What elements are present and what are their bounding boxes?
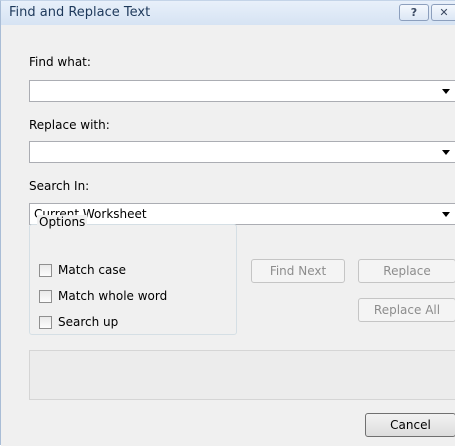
find-next-button[interactable]: Find Next bbox=[251, 259, 345, 283]
find-what-combo[interactable] bbox=[29, 80, 455, 102]
cancel-button[interactable]: Cancel bbox=[365, 413, 455, 437]
title-bar[interactable]: Find and Replace Text ? ✕ bbox=[1, 1, 455, 25]
search-up-option[interactable]: Search up bbox=[39, 314, 118, 330]
find-replace-dialog: Find and Replace Text ? ✕ Find what: Rep… bbox=[0, 0, 455, 446]
replace-all-label: Replace All bbox=[373, 303, 441, 317]
help-button[interactable]: ? bbox=[399, 4, 429, 21]
chevron-down-icon[interactable] bbox=[442, 212, 450, 217]
replace-label: Replace bbox=[383, 264, 431, 278]
match-whole-word-label[interactable]: Match whole word bbox=[58, 289, 167, 303]
replace-with-combo[interactable] bbox=[29, 141, 455, 163]
search-in-select[interactable]: Current Worksheet bbox=[29, 203, 455, 225]
replace-with-label: Replace with: bbox=[29, 118, 110, 132]
close-button[interactable]: ✕ bbox=[431, 4, 455, 21]
find-what-label: Find what: bbox=[29, 55, 91, 69]
search-in-label: Search In: bbox=[29, 179, 90, 193]
search-up-checkbox[interactable] bbox=[39, 315, 52, 329]
match-case-option[interactable]: Match case bbox=[39, 262, 126, 278]
match-case-label[interactable]: Match case bbox=[58, 263, 126, 277]
close-icon: ✕ bbox=[439, 6, 449, 19]
cancel-label: Cancel bbox=[390, 418, 431, 432]
status-panel bbox=[29, 350, 455, 400]
match-case-checkbox[interactable] bbox=[39, 263, 52, 277]
chevron-down-icon[interactable] bbox=[442, 89, 450, 94]
replace-button[interactable]: Replace bbox=[358, 259, 455, 283]
replace-all-button[interactable]: Replace All bbox=[358, 298, 455, 322]
help-icon: ? bbox=[410, 6, 418, 19]
search-up-label[interactable]: Search up bbox=[58, 315, 118, 329]
dialog-title: Find and Replace Text bbox=[9, 5, 151, 20]
find-next-label: Find Next bbox=[269, 264, 327, 278]
match-whole-word-option[interactable]: Match whole word bbox=[39, 288, 167, 304]
match-whole-word-checkbox[interactable] bbox=[39, 289, 52, 303]
options-legend: Options bbox=[37, 215, 88, 229]
chevron-down-icon[interactable] bbox=[442, 150, 450, 155]
